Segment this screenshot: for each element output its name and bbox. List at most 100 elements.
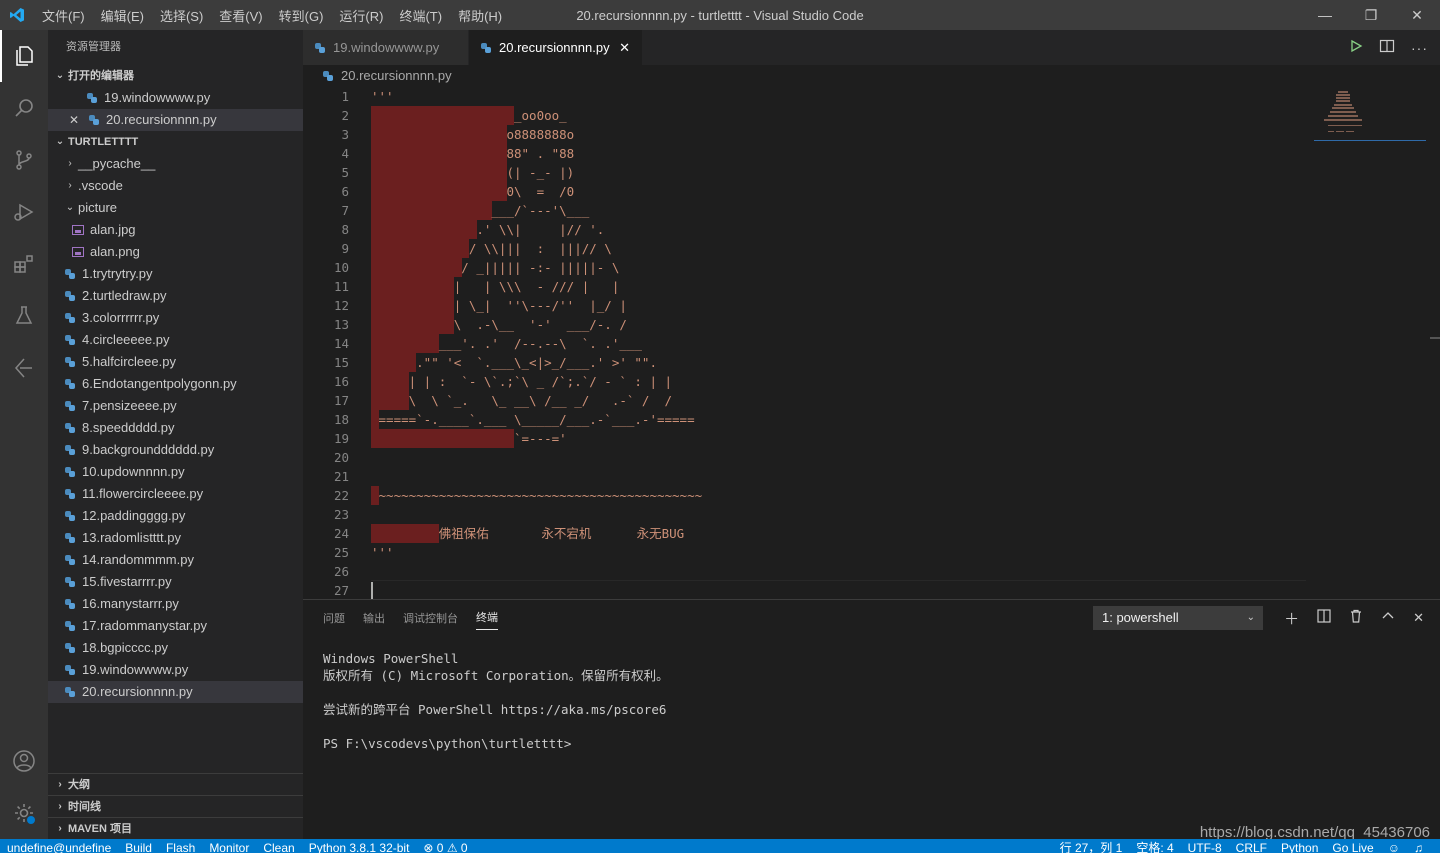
file-item[interactable]: 20.recursionnnn.py: [48, 681, 303, 703]
breadcrumb[interactable]: 20.recursionnnn.py: [303, 65, 1440, 87]
open-editors-header[interactable]: ⌄ 打开的编辑器: [48, 65, 303, 87]
status-eol[interactable]: CRLF: [1229, 841, 1274, 853]
file-item[interactable]: 15.fivestarrrr.py: [48, 571, 303, 593]
trash-icon[interactable]: [1349, 609, 1363, 627]
file-item[interactable]: 6.Endotangentpolygonn.py: [48, 373, 303, 395]
source-control-icon[interactable]: [0, 134, 48, 186]
new-terminal-icon[interactable]: ＋: [1284, 608, 1299, 629]
file-item[interactable]: 7.pensizeeee.py: [48, 395, 303, 417]
maximize-panel-icon[interactable]: [1381, 609, 1395, 627]
code-line[interactable]: _oo0oo_: [371, 106, 1271, 125]
code-line[interactable]: | \_| ''\---/'' |_/ |: [371, 296, 1271, 315]
close-editor-icon[interactable]: ✕: [66, 112, 82, 128]
tab-19-windowwww[interactable]: 19.windowwww.py: [303, 30, 469, 65]
file-item[interactable]: alan.jpg: [48, 219, 303, 241]
status-user[interactable]: undefine@undefine: [0, 841, 118, 853]
status-build[interactable]: Build: [118, 841, 159, 853]
code-line[interactable]: 0\ = /0: [371, 182, 1271, 201]
status-language[interactable]: Python: [1274, 841, 1325, 853]
code-editor[interactable]: 1 2 3 4 5 6 7 8 9 10 11 12 13 14 15 16 17 18 19 20 21 22 23 24 2…: [303, 87, 1440, 599]
tab-problems[interactable]: 问题: [323, 606, 345, 630]
file-item[interactable]: 8.speeddddd.py: [48, 417, 303, 439]
folder-item[interactable]: › __pycache__: [48, 153, 303, 175]
file-item[interactable]: 14.randommmm.py: [48, 549, 303, 571]
code-line[interactable]: [371, 562, 1271, 581]
file-item[interactable]: 5.halfcircleee.py: [48, 351, 303, 373]
status-monitor[interactable]: Monitor: [202, 841, 256, 853]
code-line[interactable]: | | : `- \`.;`\ _ /`;.`/ - ` : | |: [371, 372, 1271, 391]
close-icon[interactable]: ✕: [1394, 0, 1440, 30]
file-item[interactable]: 9.backgroundddddd.py: [48, 439, 303, 461]
status-flash[interactable]: Flash: [159, 841, 202, 853]
code-line[interactable]: ''': [371, 87, 1271, 106]
tab-20-recursionnnn[interactable]: 20.recursionnnn.py ✕: [469, 30, 643, 65]
open-editor-item-active[interactable]: ✕ 20.recursionnnn.py: [48, 109, 303, 131]
close-tab-icon[interactable]: ✕: [618, 40, 632, 56]
gear-icon[interactable]: [0, 787, 48, 839]
menu-run[interactable]: 运行(R): [331, 6, 391, 25]
file-item[interactable]: 19.windowwww.py: [48, 659, 303, 681]
more-actions-icon[interactable]: ···: [1411, 40, 1428, 56]
code-line[interactable]: `=---=': [371, 429, 1271, 448]
status-cursor-position[interactable]: 行 27，列 1: [1053, 841, 1130, 853]
terminal-output[interactable]: Windows PowerShell 版权所有 (C) Microsoft Cor…: [323, 650, 669, 752]
file-item[interactable]: 13.radomlistttt.py: [48, 527, 303, 549]
minimap[interactable]: [1314, 87, 1426, 141]
file-item[interactable]: 16.manystarrr.py: [48, 593, 303, 615]
notifications-bell-icon[interactable]: ♫: [1407, 841, 1430, 853]
close-panel-icon[interactable]: ✕: [1413, 610, 1424, 626]
file-item[interactable]: 4.circleeeee.py: [48, 329, 303, 351]
terminal-select[interactable]: 1: powershell ⌄: [1093, 606, 1263, 630]
code-line[interactable]: / _||||| -:- |||||- \: [371, 258, 1271, 277]
status-go-live[interactable]: Go Live: [1325, 841, 1380, 853]
menu-selection[interactable]: 选择(S): [152, 6, 211, 25]
testing-flask-icon[interactable]: [0, 290, 48, 342]
status-encoding[interactable]: UTF-8: [1181, 841, 1229, 853]
remote-icon[interactable]: [0, 342, 48, 394]
file-item[interactable]: 10.updownnnn.py: [48, 461, 303, 483]
file-item[interactable]: 17.radommanystar.py: [48, 615, 303, 637]
code-line[interactable]: \ \ `_. \_ __\ /__ _/ .-` / /: [371, 391, 1271, 410]
code-line[interactable]: (| -_- |): [371, 163, 1271, 182]
code-line[interactable]: 佛祖保佑 永不宕机 永无BUG: [371, 524, 1271, 543]
run-python-file-icon[interactable]: [1349, 39, 1363, 56]
split-editor-icon[interactable]: [1379, 39, 1395, 56]
extensions-icon[interactable]: [0, 238, 48, 290]
code-line[interactable]: o8888888o: [371, 125, 1271, 144]
code-line[interactable]: [371, 505, 1271, 524]
split-terminal-icon[interactable]: [1317, 609, 1331, 627]
code-line[interactable]: ."" '< `.___\_<|>_/___.' >' "".: [371, 353, 1271, 372]
tab-debug-console[interactable]: 调试控制台: [403, 606, 458, 630]
code-line[interactable]: ~~~~~~~~~~~~~~~~~~~~~~~~~~~~~~~~~~~~~~~~…: [371, 486, 1271, 505]
code-line[interactable]: / \\||| : |||// \: [371, 239, 1271, 258]
restore-icon[interactable]: ❐: [1348, 0, 1394, 30]
run-debug-icon[interactable]: [0, 186, 48, 238]
outline-header[interactable]: › 大纲: [48, 773, 303, 795]
explorer-icon[interactable]: [0, 30, 48, 82]
menu-file[interactable]: 文件(F): [34, 6, 93, 25]
file-item[interactable]: 1.trytrytry.py: [48, 263, 303, 285]
status-clean[interactable]: Clean: [256, 841, 301, 853]
file-item[interactable]: 11.flowercircleeee.py: [48, 483, 303, 505]
accounts-icon[interactable]: [0, 735, 48, 787]
folder-item[interactable]: ⌄ picture: [48, 197, 303, 219]
code-line[interactable]: =====`-.____`.___ \_____/___.-`___.-'===…: [371, 410, 1271, 429]
code-line[interactable]: ''': [371, 543, 1271, 562]
status-python-interpreter[interactable]: Python 3.8.1 32-bit: [302, 841, 417, 853]
code-line[interactable]: | | \\\ - /// | |: [371, 277, 1271, 296]
tab-terminal[interactable]: 终端: [476, 605, 498, 630]
status-problems[interactable]: ⊗ 0 ⚠ 0: [416, 841, 474, 853]
folder-header[interactable]: ⌄ TURTLETTTT: [48, 131, 303, 153]
maven-header[interactable]: › MAVEN 项目: [48, 817, 303, 839]
timeline-header[interactable]: › 时间线: [48, 795, 303, 817]
file-item[interactable]: alan.png: [48, 241, 303, 263]
search-icon[interactable]: [0, 82, 48, 134]
menu-terminal[interactable]: 终端(T): [391, 6, 450, 25]
code-line[interactable]: 88" . "88: [371, 144, 1271, 163]
menu-edit[interactable]: 编辑(E): [93, 6, 152, 25]
code-line[interactable]: ___/`---'\___: [371, 201, 1271, 220]
feedback-icon[interactable]: ☺: [1381, 841, 1407, 853]
code-line[interactable]: ___'. .' /--.--\ `. .'___: [371, 334, 1271, 353]
file-item[interactable]: 3.colorrrrrr.py: [48, 307, 303, 329]
file-item[interactable]: 2.turtledraw.py: [48, 285, 303, 307]
